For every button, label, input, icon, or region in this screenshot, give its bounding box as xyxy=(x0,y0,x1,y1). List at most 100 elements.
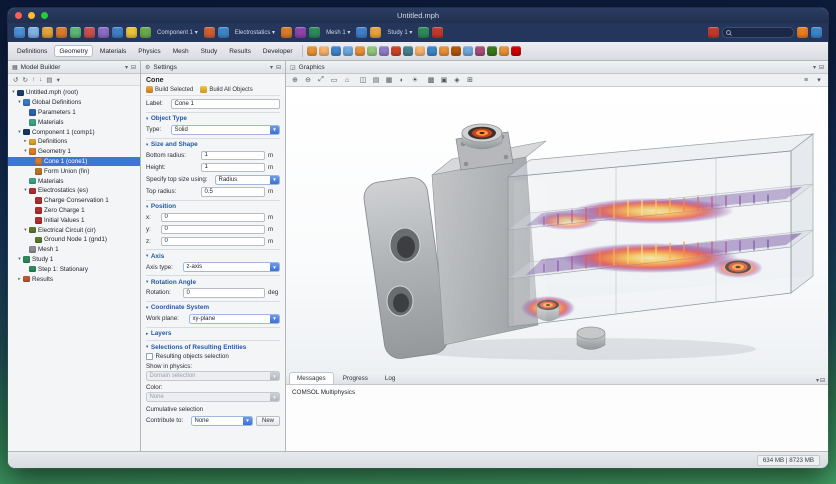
move-up-icon[interactable]: ↑ xyxy=(32,76,35,83)
help-icon[interactable] xyxy=(797,27,808,38)
tab-mesh[interactable]: Mesh xyxy=(168,45,194,57)
panel-menu-icon[interactable]: ▾ xyxy=(270,64,273,71)
expander-icon[interactable]: ▾ xyxy=(16,100,23,105)
zoom-out-icon[interactable]: ⊖ xyxy=(302,75,314,86)
tab-study[interactable]: Study xyxy=(196,45,223,57)
height-input[interactable]: 1 xyxy=(201,162,265,172)
tree-item-geometry[interactable]: ▾ Geometry 1 xyxy=(8,147,140,157)
reset-desktop-icon[interactable] xyxy=(708,27,719,38)
view-front-icon[interactable]: ◫ xyxy=(357,75,369,86)
build-mesh-icon[interactable] xyxy=(309,27,321,38)
tab-physics[interactable]: Physics xyxy=(133,45,165,57)
geometry-icon[interactable] xyxy=(217,27,229,38)
add-multiphysics-icon[interactable] xyxy=(295,27,307,38)
z-input[interactable]: 0 xyxy=(161,236,265,246)
panel-collapse-icon[interactable]: ⊟ xyxy=(820,377,825,384)
expander-icon[interactable]: ▸ xyxy=(16,277,23,282)
title-bar[interactable]: Untitled.mph xyxy=(8,8,828,23)
tree-item-results[interactable]: ▸ Results xyxy=(8,274,140,284)
open-icon[interactable] xyxy=(28,27,39,38)
add-plot-group-icon[interactable] xyxy=(418,27,430,38)
section-rotation-header[interactable]: ▾ Rotation Angle xyxy=(146,279,280,286)
panel-menu-icon[interactable]: ▾ xyxy=(125,64,128,71)
revolve-icon[interactable] xyxy=(402,46,413,56)
tab-developer[interactable]: Developer xyxy=(258,45,298,57)
settings-gear-icon[interactable] xyxy=(112,27,123,38)
tab-geometry[interactable]: Geometry xyxy=(54,45,93,57)
zoom-box-icon[interactable]: ▭ xyxy=(328,75,340,86)
tree-item-zero-charge[interactable]: Zero Charge 1 xyxy=(8,206,140,216)
sweep-icon[interactable] xyxy=(414,46,425,56)
tree-item-stationary-step[interactable]: Step 1: Stationary xyxy=(8,264,140,274)
tree-item-charge-conservation[interactable]: Charge Conservation 1 xyxy=(8,196,140,206)
delete-icon[interactable] xyxy=(98,27,109,38)
panel-collapse-icon[interactable]: ⊟ xyxy=(819,64,824,71)
work-plane-icon[interactable] xyxy=(438,46,449,56)
loft-icon[interactable] xyxy=(426,46,437,56)
tab-materials[interactable]: Materials xyxy=(95,45,131,57)
block-primitive-icon[interactable] xyxy=(330,46,341,56)
parameters-icon[interactable] xyxy=(126,27,137,38)
component-selector[interactable]: Component 1 ▾ xyxy=(154,29,201,36)
select-mode-icon[interactable]: ◈ xyxy=(451,75,463,86)
bottom-radius-input[interactable]: 1 xyxy=(201,150,265,160)
zoom-window-button[interactable] xyxy=(41,12,48,19)
undo-icon[interactable] xyxy=(42,27,53,38)
build-all-objects-button[interactable]: Build All Objects xyxy=(200,86,253,93)
copy-icon[interactable] xyxy=(70,27,81,38)
fillet-icon[interactable] xyxy=(486,46,497,56)
transforms-icon[interactable] xyxy=(462,46,473,56)
contribute-to-select[interactable]: None ▼ xyxy=(191,415,253,426)
go-back-icon[interactable]: ↺ xyxy=(13,76,18,84)
rotation-input[interactable]: 0 xyxy=(183,288,265,298)
show-options-icon[interactable]: ▤ xyxy=(46,76,52,84)
tree-item-study[interactable]: ▾ Study 1 xyxy=(8,255,140,265)
section-coordinate-system-header[interactable]: ▾ Coordinate System xyxy=(146,304,280,311)
section-position-header[interactable]: ▾ Position xyxy=(146,203,280,210)
build-selected-button[interactable]: Build Selected xyxy=(146,86,193,93)
axis-type-select[interactable]: z-axis ▼ xyxy=(183,262,280,272)
expander-icon[interactable]: ▾ xyxy=(22,228,29,233)
new-selection-button[interactable]: New xyxy=(255,415,280,426)
tree-item-initial-values[interactable]: Initial Values 1 xyxy=(8,215,140,225)
section-size-shape-header[interactable]: ▾ Size and Shape xyxy=(146,141,280,148)
panel-menu-icon[interactable]: ▾ xyxy=(816,377,819,384)
search-input[interactable] xyxy=(722,27,794,38)
tree-item-electrostatics[interactable]: ▾ Electrostatics (es) xyxy=(8,186,140,196)
minimize-window-button[interactable] xyxy=(28,12,35,19)
chamfer-icon[interactable] xyxy=(474,46,485,56)
panel-collapse-icon[interactable]: ⊟ xyxy=(131,64,136,71)
tab-messages[interactable]: Messages xyxy=(289,372,334,384)
expander-icon[interactable]: ▾ xyxy=(16,130,23,135)
object-type-select[interactable]: Solid ▼ xyxy=(171,124,280,135)
build-all-icon[interactable] xyxy=(498,46,509,56)
wireframe-icon[interactable]: ▩ xyxy=(425,75,437,86)
tab-progress[interactable]: Progress xyxy=(335,372,376,384)
add-view-icon[interactable]: ⊞ xyxy=(464,75,476,86)
functions-icon[interactable] xyxy=(140,27,151,38)
study-selector[interactable]: Study 1 ▾ xyxy=(384,29,415,36)
resulting-objects-checkbox[interactable] xyxy=(146,353,153,360)
go-forward-icon[interactable]: ↻ xyxy=(22,76,27,84)
windows-icon[interactable] xyxy=(432,27,444,38)
x-input[interactable]: 0 xyxy=(161,212,265,222)
physics-selector[interactable]: Electrostatics ▾ xyxy=(232,29,278,36)
sphere-primitive-icon[interactable] xyxy=(366,46,377,56)
cone-primitive-icon[interactable] xyxy=(342,46,353,56)
tree-item-cone[interactable]: Cone 1 (cone1) xyxy=(8,156,140,167)
work-plane-select[interactable]: xy-plane ▼ xyxy=(189,313,280,324)
add-component-icon[interactable] xyxy=(203,27,215,38)
livelink-icon[interactable] xyxy=(318,46,329,56)
orthographic-icon[interactable]: ▣ xyxy=(438,75,450,86)
tree-menu-icon[interactable]: ▾ xyxy=(57,76,60,84)
save-icon[interactable] xyxy=(14,27,25,38)
move-down-icon[interactable]: ↓ xyxy=(39,76,42,83)
panel-menu-icon[interactable]: ▾ xyxy=(813,64,816,71)
image-snapshot-icon[interactable]: ≡ xyxy=(800,75,812,86)
paste-icon[interactable] xyxy=(84,27,95,38)
tree-item-global-materials[interactable]: Materials xyxy=(8,117,140,127)
delete-entities-icon[interactable] xyxy=(510,46,521,56)
tab-log[interactable]: Log xyxy=(377,372,404,384)
section-axis-header[interactable]: ▾ Axis xyxy=(146,253,280,260)
transparency-icon[interactable]: ◐ xyxy=(396,75,408,86)
